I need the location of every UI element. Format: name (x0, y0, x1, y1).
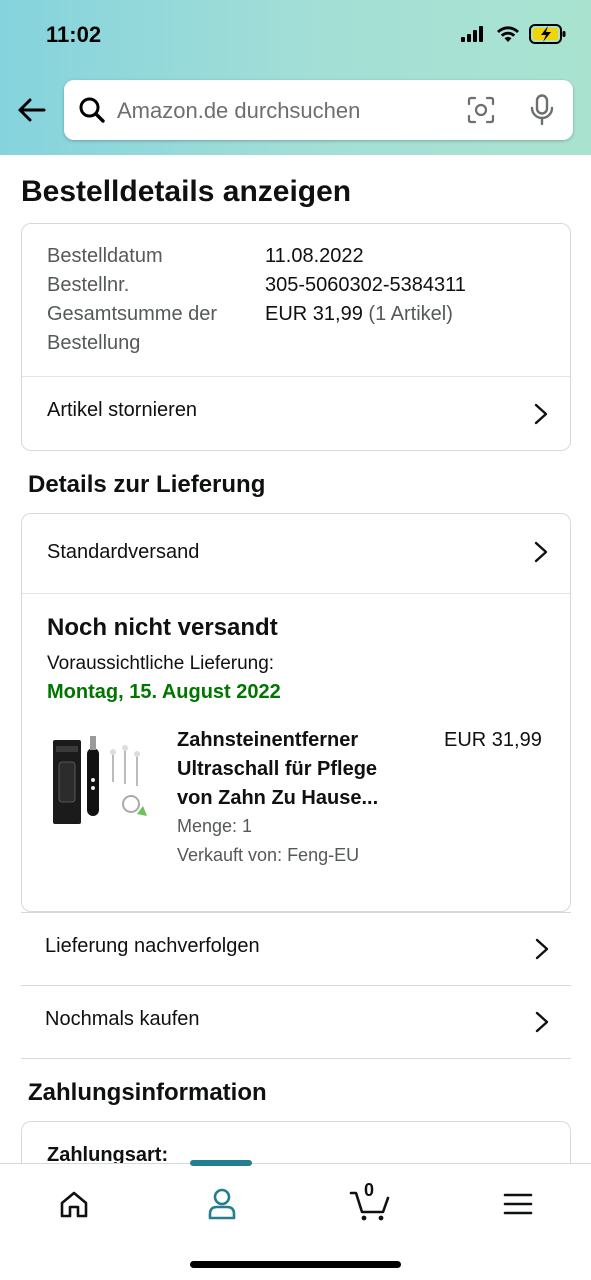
active-tab-indicator (190, 1160, 252, 1166)
order-date-label: Bestelldatum (47, 245, 163, 267)
cart-count-badge: 0 (364, 1180, 375, 1200)
order-number-value: 305-5060302-5384311 (265, 274, 466, 296)
status-time: 11:02 (46, 22, 102, 47)
nav-account[interactable] (202, 1184, 242, 1224)
delivery-eta-label: Voraussichtliche Lieferung: (47, 653, 275, 674)
hamburger-menu-icon (503, 1193, 533, 1215)
search-bar[interactable]: Amazon.de durchsuchen (64, 80, 573, 140)
payment-section-title: Zahlungsinformation (28, 1079, 267, 1106)
divider (21, 1058, 571, 1059)
order-total-label-line2: Bestellung (47, 332, 141, 354)
shipment-status: Noch nicht versandt (47, 614, 278, 641)
bottom-nav-bar: 0 (0, 1160, 591, 1280)
order-total-items: (1 Artikel) (368, 303, 453, 325)
nav-menu[interactable] (498, 1184, 538, 1224)
wifi-icon (497, 25, 519, 42)
camera-lens-icon[interactable] (467, 96, 495, 124)
cancel-items-row[interactable]: Artikel stornieren (22, 377, 570, 451)
buy-again-label: Nochmals kaufen (45, 1008, 200, 1030)
microphone-icon[interactable] (529, 94, 555, 126)
cellular-signal-icon (461, 26, 483, 42)
product-name-link[interactable]: Zahnsteinentferner Ultraschall für Pfleg… (177, 726, 417, 813)
search-icon (79, 97, 105, 123)
track-delivery-label: Lieferung nachverfolgen (45, 935, 260, 957)
person-icon (208, 1188, 236, 1220)
status-icons (461, 24, 567, 44)
page-title: Bestelldetails anzeigen (21, 175, 352, 208)
chevron-right-icon (535, 1011, 549, 1033)
order-total: EUR 31,99 (1 Artikel) (265, 303, 453, 326)
order-number-label: Bestellnr. (47, 274, 130, 296)
search-input[interactable]: Amazon.de durchsuchen (117, 98, 360, 124)
cancel-items-label: Artikel stornieren (47, 399, 198, 421)
back-arrow-icon[interactable] (14, 92, 50, 128)
product-price: EUR 31,99 (444, 729, 542, 751)
order-summary-card: Bestelldatum 11.08.2022 Bestellnr. 305-5… (21, 223, 571, 451)
nav-home[interactable] (54, 1184, 94, 1224)
buy-again-row[interactable]: Nochmals kaufen (21, 985, 571, 1058)
divider (22, 593, 570, 594)
app-header: 11:02 Amazon.de durchsuchen (0, 0, 591, 155)
home-icon (60, 1191, 88, 1218)
order-date-value: 11.08.2022 (265, 245, 364, 267)
chevron-right-icon (534, 403, 548, 425)
shipping-method-row[interactable]: Standardversand (22, 514, 570, 593)
delivery-card: Standardversand Noch nicht versandt Vora… (21, 513, 571, 912)
chevron-right-icon (534, 541, 548, 563)
shipping-method-label: Standardversand (47, 541, 200, 563)
track-delivery-row[interactable]: Lieferung nachverfolgen (21, 912, 571, 985)
product-thumbnail[interactable] (51, 734, 151, 826)
order-total-value: EUR 31,99 (265, 303, 363, 325)
product-quantity: Menge: 1 (177, 816, 253, 836)
home-indicator (190, 1261, 401, 1268)
chevron-right-icon (535, 938, 549, 960)
delivery-eta-date: Montag, 15. August 2022 (47, 681, 281, 703)
delivery-section-title: Details zur Lieferung (28, 471, 266, 498)
product-seller: Verkauft von: Feng-EU (177, 845, 360, 865)
nav-cart[interactable]: 0 (348, 1180, 392, 1224)
order-total-label-line1: Gesamtsumme der (47, 303, 218, 325)
battery-charging-icon (529, 24, 566, 44)
